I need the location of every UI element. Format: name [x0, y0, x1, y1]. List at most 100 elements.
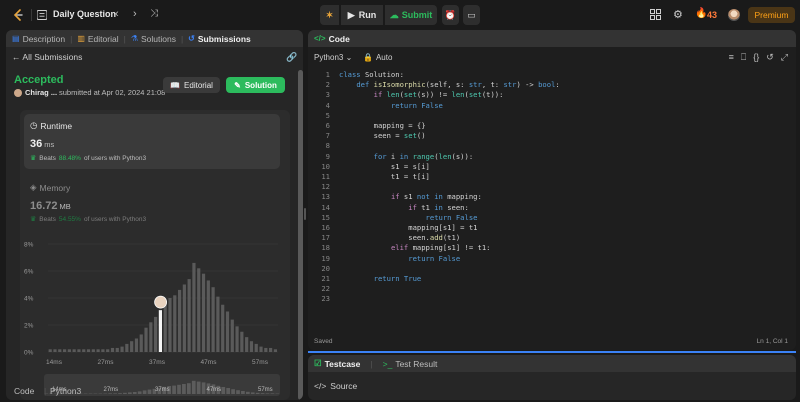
code-line[interactable]: 13 if s1 not in mapping: — [308, 192, 796, 202]
code-line[interactable]: 18 elif mapping[s1] != t1: — [308, 243, 796, 253]
auto-mode-toggle[interactable]: 🔒 Auto — [363, 53, 392, 62]
edit-icon: ✎ — [234, 80, 241, 90]
streak-fire-icon[interactable]: 🔥 — [695, 8, 707, 19]
mini-bar — [265, 393, 270, 394]
code-line[interactable]: 8 — [308, 141, 796, 151]
code-line[interactable]: 15 return False — [308, 213, 796, 223]
code-line[interactable]: 19 return False — [308, 254, 796, 264]
chevron-right-icon[interactable]: › — [133, 8, 137, 20]
chevron-left-icon[interactable]: ‹ — [115, 8, 119, 20]
crown-icon: ♛ — [30, 216, 37, 223]
code-text: mapping[s1] = t1 — [339, 223, 478, 232]
tab-solutions[interactable]: ⚗ Solutions — [131, 34, 176, 44]
y-tick-label: 6% — [24, 269, 34, 276]
bar — [168, 298, 172, 352]
braces-icon[interactable]: {} — [753, 52, 759, 63]
code-text: elif mapping[s1] != t1: — [390, 243, 491, 253]
code-line[interactable]: 3 if len(set(s)) != len(set(t)): — [308, 90, 796, 100]
editorial-button[interactable]: 📖 Editorial — [163, 77, 220, 93]
mini-bar — [123, 392, 127, 394]
tab-description[interactable]: ▤ Description — [12, 34, 65, 44]
runtime-value: 36 — [30, 138, 43, 150]
code-line[interactable]: 1 class Solution: — [308, 70, 796, 80]
beats-suffix: of users with Python3 — [83, 154, 147, 162]
link-icon[interactable]: 🔗 — [286, 52, 297, 63]
tab-label: Description — [22, 33, 66, 44]
code-text: t1 = t[i] — [339, 172, 430, 181]
code-line[interactable]: 10 s1 = s[i] — [308, 162, 796, 172]
code-line[interactable]: 6 mapping = {} — [308, 121, 796, 131]
mini-bar — [147, 389, 152, 394]
bar — [240, 331, 244, 352]
bar — [82, 349, 86, 352]
reset-icon[interactable]: ↺ — [766, 52, 774, 63]
code-line[interactable]: 14 if t1 in seen: — [308, 203, 796, 213]
tab-divider: | — [180, 33, 184, 44]
submit-button[interactable]: ☁ Submit — [385, 5, 437, 25]
code-line[interactable]: 21 return True — [308, 274, 796, 284]
streak-count[interactable]: 43 — [707, 10, 717, 20]
user-avatar[interactable] — [728, 9, 740, 21]
notes-button[interactable]: ▭ — [463, 5, 480, 25]
bookmark-icon[interactable]: ⎕ — [741, 52, 746, 63]
line-number: 2 — [325, 80, 330, 90]
run-button[interactable]: ▶ Run — [341, 5, 383, 25]
code-text: for i in range(len(s)): — [373, 151, 474, 161]
runtime-unit: ms — [44, 140, 55, 149]
mini-bar — [113, 393, 117, 394]
code-line[interactable]: 7 seen = set() — [308, 131, 796, 141]
tab-test-result[interactable]: >_ Test Result — [383, 359, 438, 369]
bar — [96, 349, 100, 352]
scrollbar-thumb[interactable] — [298, 70, 303, 400]
solution-button[interactable]: ✎ Solution — [226, 77, 285, 93]
tab-testcase[interactable]: ☑ Testcase — [314, 358, 360, 369]
line-number: 1 — [325, 70, 330, 79]
layout-grid-icon[interactable] — [650, 9, 661, 20]
code-line[interactable]: 17 seen.add(t1) — [308, 233, 796, 243]
code-line[interactable]: 11 t1 = t[i] — [308, 172, 796, 182]
source-toggle[interactable]: </> Source — [314, 381, 357, 391]
code-editor[interactable]: 1 class Solution: 2 def isIsomorphic(self,… — [308, 70, 796, 330]
submitter-name[interactable]: Chirag ... — [25, 88, 57, 97]
mini-bar — [172, 385, 176, 394]
bar — [67, 349, 71, 352]
shuffle-icon[interactable]: ⤨ — [150, 8, 158, 19]
memory-beats: ♛ Beats 54.55% of users with Python3 — [30, 215, 146, 224]
code-line[interactable]: 20 — [308, 264, 796, 274]
leetcode-logo-icon[interactable] — [12, 9, 24, 22]
premium-button[interactable]: Premium — [748, 7, 795, 23]
bar — [58, 349, 62, 352]
editor-status-bar: Saved Ln 1, Col 1 — [308, 335, 796, 350]
x-tick-label: 27ms — [98, 359, 115, 366]
code-line[interactable]: 12 — [308, 182, 796, 192]
code-line[interactable]: 16 mapping[s1] = t1 — [308, 223, 796, 233]
vertical-resize-handle[interactable] — [304, 208, 306, 220]
code-line[interactable]: 5 — [308, 111, 796, 121]
tab-editorial[interactable]: ▥ Editorial — [77, 34, 118, 44]
memory-header[interactable]: ◈ Memory — [30, 182, 70, 193]
all-submissions-link[interactable]: ← All Submissions — [12, 52, 82, 62]
horizontal-resize-handle[interactable] — [308, 351, 796, 353]
code-line[interactable]: 2 def isIsomorphic(self, s: str, t: str)… — [308, 80, 796, 90]
language-select[interactable]: Python3 ⌄ — [314, 53, 352, 62]
x-tick-label: 37ms — [149, 359, 166, 366]
tab-submissions[interactable]: ↺ Submissions — [188, 34, 251, 44]
chevron-down-icon: ⌄ — [345, 53, 353, 62]
code-line[interactable]: 4 return False — [308, 101, 796, 111]
format-icon[interactable]: ≡ — [729, 52, 734, 63]
timer-button[interactable]: ⏰ — [442, 5, 459, 25]
code-line[interactable]: 22 — [308, 284, 796, 294]
debug-button[interactable]: ✶ — [320, 5, 339, 25]
line-number: 21 — [321, 274, 330, 283]
runtime-box[interactable]: ◷ Runtime 36 ms ♛ Beats 88.48% of users w… — [24, 114, 280, 169]
expand-icon[interactable]: ⤢ — [781, 52, 788, 63]
mini-bar — [108, 393, 113, 394]
code-line[interactable]: 9 for i in range(len(s)): — [308, 152, 796, 162]
daily-question-title[interactable]: Daily Question — [53, 9, 116, 19]
language-value: Python3 — [314, 53, 344, 62]
gear-icon[interactable]: ⚙ — [673, 8, 683, 21]
runtime-distribution-chart[interactable]: 8% 6% 4% 2% 0% 14ms 27ms 37ms 47ms 57ms — [20, 234, 290, 370]
code-line[interactable]: 23 — [308, 294, 796, 304]
problem-list-icon[interactable] — [37, 10, 47, 20]
editorial-icon: ▥ — [77, 34, 85, 43]
